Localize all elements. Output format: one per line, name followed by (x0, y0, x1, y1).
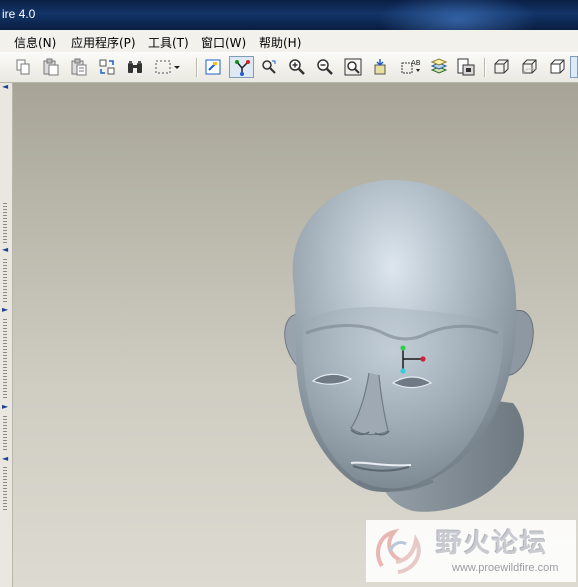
collapse-arrow-icon[interactable]: ◄ (2, 246, 8, 254)
spin-center-icon[interactable] (229, 56, 254, 78)
reorient-icon[interactable] (370, 56, 392, 78)
watermark-title: 野火论坛 (436, 529, 549, 559)
panel-grip[interactable] (3, 467, 7, 511)
regenerate-icon[interactable] (96, 56, 118, 78)
head-model-3d[interactable] (13, 83, 578, 587)
titlebar-glow (378, 0, 538, 30)
no-hidden-icon[interactable] (546, 56, 568, 78)
forum-watermark: 野火论坛 www.proewildfire.com (366, 520, 576, 582)
navigator-collapsed-strip[interactable]: ◄ ◄ ► ► ◄ (0, 83, 13, 587)
toolbar-separator (196, 58, 198, 77)
panel-grip[interactable] (3, 319, 7, 399)
panel-grip[interactable] (3, 259, 7, 303)
menu-applications[interactable]: 应用程序(P) (71, 34, 136, 51)
paste-special-icon[interactable] (68, 56, 90, 78)
hidden-line-icon[interactable] (518, 56, 540, 78)
window-title: ire 4.0 (2, 7, 36, 21)
window-titlebar: ire 4.0 (0, 0, 578, 30)
graphics-viewport[interactable] (13, 83, 578, 587)
zoom-in-icon[interactable] (286, 56, 308, 78)
find-binoculars-icon[interactable] (124, 56, 146, 78)
shading-icon[interactable] (570, 56, 578, 78)
select-box-icon[interactable] (152, 56, 182, 78)
wireframe-icon[interactable] (490, 56, 512, 78)
panel-grip[interactable] (3, 203, 7, 243)
panel-grip[interactable] (3, 416, 7, 452)
menu-help[interactable]: 帮助(H) (259, 34, 301, 51)
proewildfire-logo (376, 528, 421, 574)
saved-views-icon[interactable]: AB (398, 56, 424, 78)
paste-icon[interactable] (40, 56, 62, 78)
watermark-url: www.proewildfire.com (452, 562, 559, 574)
menu-window[interactable]: 窗口(W) (201, 34, 246, 51)
menu-info[interactable]: 信息(N) (14, 34, 56, 51)
orient-mode-icon[interactable] (258, 56, 280, 78)
main-toolbar: AB (0, 52, 578, 83)
collapse-arrow-icon[interactable]: ◄ (2, 83, 8, 91)
model-tree-icon[interactable] (455, 56, 477, 78)
expand-arrow-icon[interactable]: ► (2, 306, 8, 314)
menu-bar: 信息(N) 应用程序(P) 工具(T) 窗口(W) 帮助(H) (0, 30, 578, 53)
expand-arrow-icon[interactable]: ► (2, 403, 8, 411)
zoom-out-icon[interactable] (314, 56, 336, 78)
layers-icon[interactable] (428, 56, 450, 78)
menu-tools[interactable]: 工具(T) (148, 34, 189, 51)
redraw-icon[interactable] (202, 56, 224, 78)
copy-icon[interactable] (12, 56, 34, 78)
svg-text:AB: AB (411, 59, 421, 67)
collapse-arrow-icon[interactable]: ◄ (2, 455, 8, 463)
toolbar-separator (484, 58, 486, 77)
refit-icon[interactable] (342, 56, 364, 78)
